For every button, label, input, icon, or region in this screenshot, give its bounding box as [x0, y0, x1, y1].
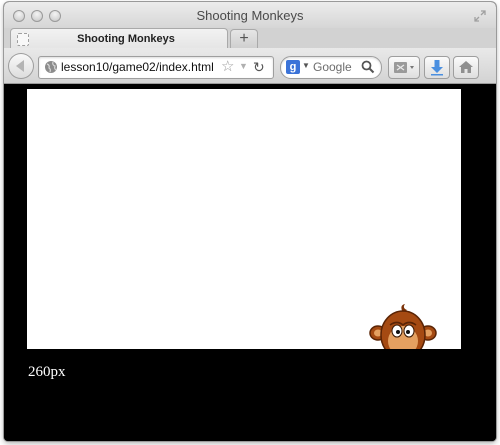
title-bar: Shooting Monkeys — [4, 2, 496, 28]
back-arrow-icon — [16, 60, 24, 72]
search-input[interactable]: g ▼ Google — [280, 56, 382, 79]
screenshot-icon — [394, 62, 414, 73]
downloads-button[interactable] — [424, 56, 450, 79]
browser-window: Shooting Monkeys Shooting Monkeys + less… — [4, 2, 496, 441]
home-icon — [459, 61, 473, 73]
globe-icon — [45, 61, 57, 73]
download-arrow-icon — [431, 60, 443, 76]
chevron-down-icon[interactable]: ▼ — [302, 61, 310, 70]
blank-page-icon — [17, 33, 29, 46]
game-canvas[interactable] — [27, 89, 461, 349]
back-button[interactable] — [8, 53, 34, 79]
monkey-sprite[interactable] — [369, 303, 437, 349]
home-button[interactable] — [453, 56, 479, 79]
url-bar[interactable]: lesson10/game02/index.html ☆ ▼ ↻ — [38, 56, 274, 79]
reload-icon[interactable]: ↻ — [253, 59, 265, 75]
window-title: Shooting Monkeys — [196, 8, 304, 23]
star-icon[interactable]: ☆ — [221, 59, 234, 75]
tab-bar: Shooting Monkeys + — [4, 28, 496, 50]
google-icon[interactable]: g — [286, 60, 300, 74]
new-tab-button[interactable]: + — [230, 29, 258, 48]
resize-icon[interactable] — [474, 10, 486, 22]
canvas-height-readout: 260px — [28, 364, 66, 380]
navigation-toolbar: lesson10/game02/index.html ☆ ▼ ↻ g ▼ Goo… — [4, 48, 496, 84]
url-text: lesson10/game02/index.html — [61, 60, 214, 74]
page-content: 260px — [4, 84, 496, 441]
search-placeholder: Google — [313, 60, 352, 74]
history-dropdown-icon[interactable]: ▼ — [239, 61, 248, 71]
screenshot-button[interactable] — [388, 56, 420, 79]
magnifier-icon[interactable] — [361, 60, 375, 74]
tab-shooting-monkeys[interactable]: Shooting Monkeys — [10, 28, 228, 50]
tab-label: Shooting Monkeys — [77, 33, 175, 45]
